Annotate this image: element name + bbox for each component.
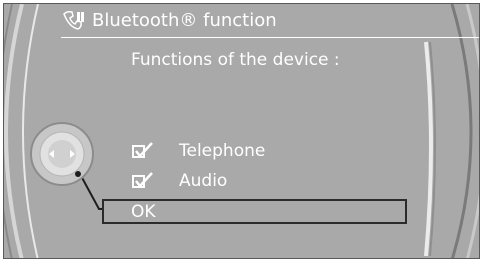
scrollbar[interactable] bbox=[414, 34, 439, 259]
header-title: Bluetooth® function bbox=[92, 10, 277, 31]
ok-button[interactable]: OK bbox=[102, 199, 407, 224]
phone-settings-icon bbox=[63, 11, 84, 30]
option-label: Audio bbox=[179, 171, 228, 191]
option-label: Telephone bbox=[179, 141, 266, 161]
ok-label: OK bbox=[131, 202, 156, 222]
option-audio[interactable]: Audio bbox=[129, 168, 329, 194]
checkbox-checked-icon[interactable] bbox=[132, 172, 154, 190]
checkbox-checked-icon[interactable] bbox=[132, 142, 154, 160]
display-screen: Bluetooth® function Functions of the dev… bbox=[3, 3, 480, 259]
header: Bluetooth® function bbox=[4, 4, 479, 38]
section-subtitle: Functions of the device : bbox=[131, 50, 340, 70]
option-telephone[interactable]: Telephone bbox=[129, 138, 329, 164]
controller-knob-icon bbox=[30, 122, 94, 186]
